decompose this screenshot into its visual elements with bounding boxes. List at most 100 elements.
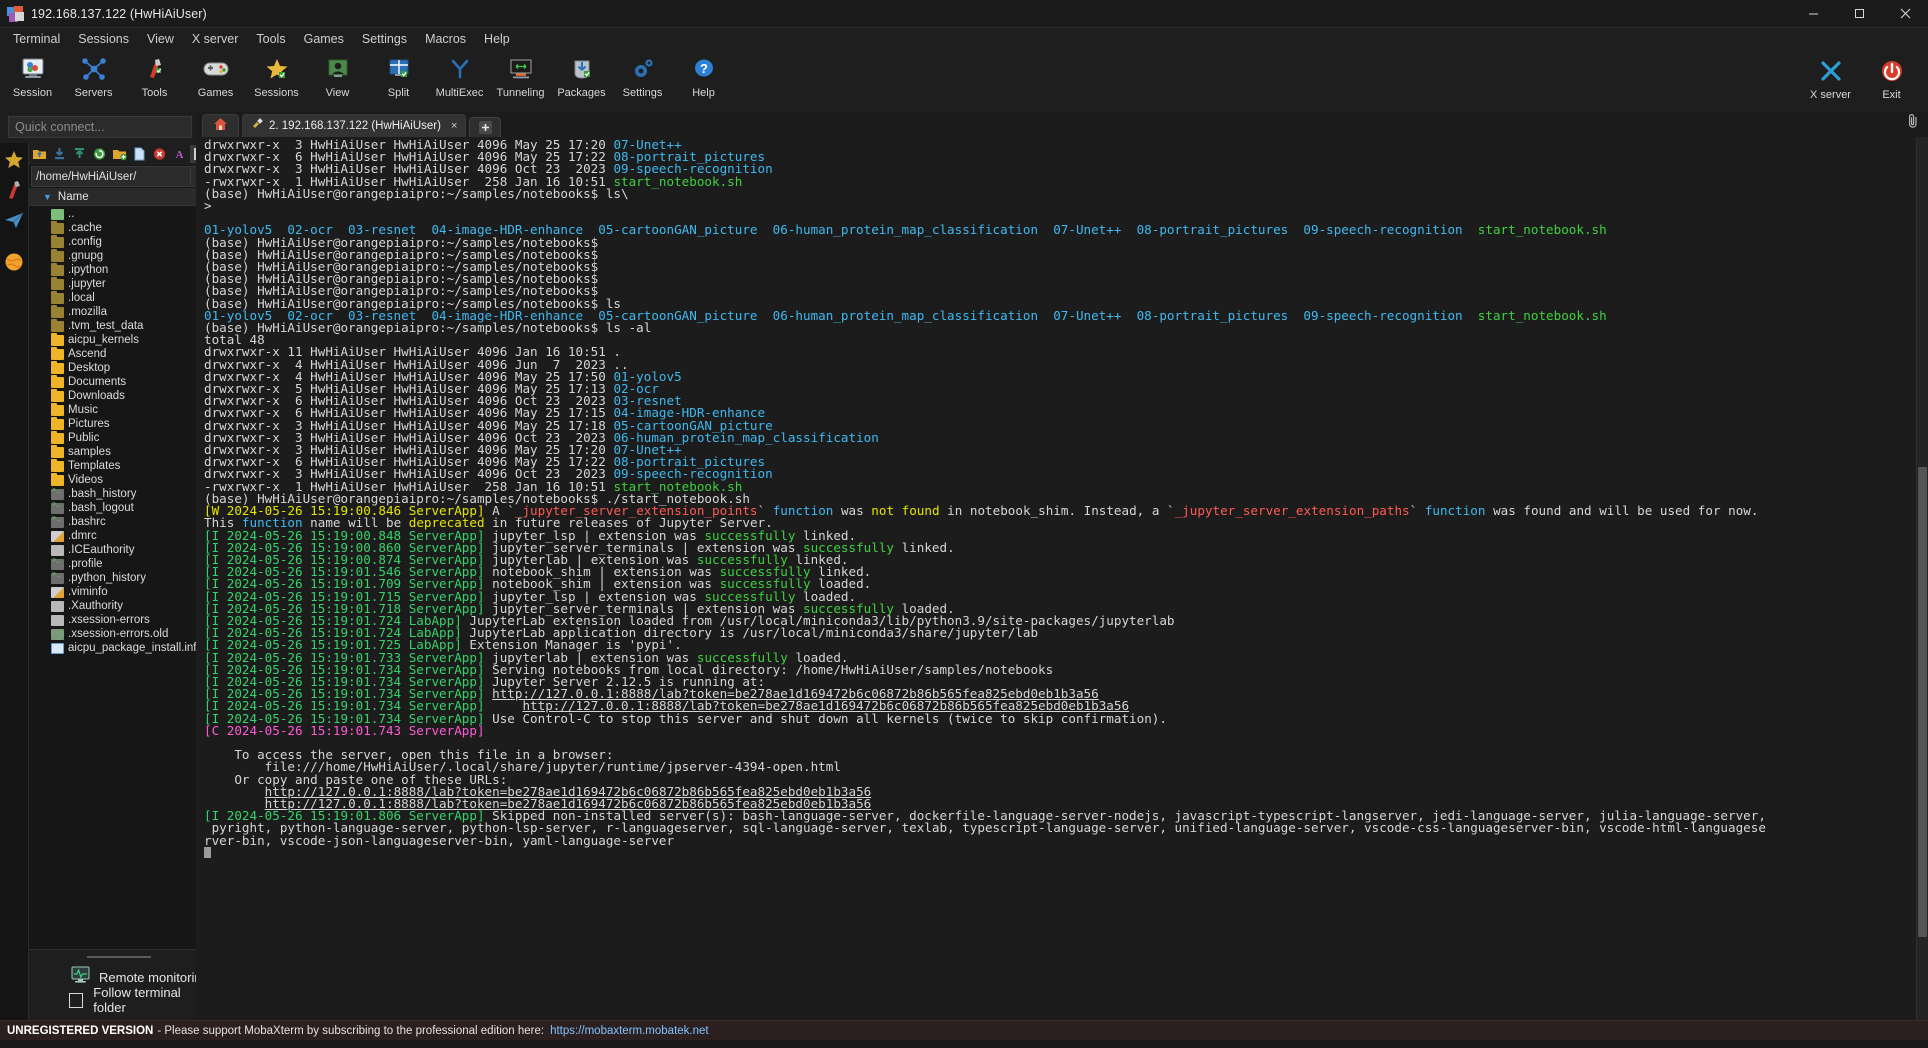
file-list-item[interactable]: aicpu_package_install.info xyxy=(29,641,210,655)
title-bar: 192.168.137.122 (HwHiAiUser) xyxy=(0,0,1928,28)
refresh-icon[interactable] xyxy=(90,145,109,163)
tab-session-label: 2. 192.168.137.122 (HwHiAiUser) xyxy=(269,120,441,132)
tab-close-icon[interactable]: × xyxy=(451,120,457,132)
file-list-item[interactable]: .. xyxy=(29,207,210,221)
text-edit-icon[interactable]: A xyxy=(170,145,189,163)
folder-icon xyxy=(51,388,64,402)
toolbar-split[interactable]: Split xyxy=(368,50,429,99)
tab-home[interactable] xyxy=(202,114,239,137)
packages-icon xyxy=(569,52,595,86)
file-list-item[interactable]: Pictures xyxy=(29,416,210,431)
terminal-screen[interactable]: drwxrwxr-x 3 HwHiAiUser HwHiAiUser 4096 … xyxy=(196,137,1928,1020)
file-list-item[interactable]: .jupyter xyxy=(29,276,210,291)
sftp-send-icon[interactable] xyxy=(0,205,28,235)
file-list-item[interactable]: Videos xyxy=(29,472,210,487)
new-folder-icon[interactable] xyxy=(110,145,129,163)
file-name: .gnupg xyxy=(68,250,104,262)
delete-icon[interactable] xyxy=(150,145,169,163)
app-icon xyxy=(7,5,25,22)
minimize-button[interactable] xyxy=(1790,0,1836,27)
menu-terminal[interactable]: Terminal xyxy=(4,30,69,48)
file-list-item[interactable]: Public xyxy=(29,430,210,445)
file-list-item[interactable]: .gnupg xyxy=(29,248,210,263)
menu-x-server[interactable]: X server xyxy=(183,30,248,48)
new-tab-button[interactable] xyxy=(469,117,502,137)
file-list-item[interactable]: .tvm_test_data xyxy=(29,318,210,333)
file-list-item[interactable]: .config xyxy=(29,234,210,249)
mobaxterm-link[interactable]: https://mobaxterm.mobatek.net xyxy=(550,1025,709,1037)
file-list-item[interactable]: aicpu_kernels xyxy=(29,332,210,347)
toolbar-tunneling[interactable]: Tunneling xyxy=(490,50,551,99)
toolbar-help[interactable]: ? Help xyxy=(673,50,734,99)
file-list-item[interactable]: .python_history xyxy=(29,571,210,585)
menu-games[interactable]: Games xyxy=(295,30,353,48)
toolbar-sessions[interactable]: Sessions xyxy=(246,50,307,99)
tab-session[interactable]: 2. 192.168.137.122 (HwHiAiUser) × xyxy=(242,114,467,137)
paperclip-icon[interactable] xyxy=(1906,113,1920,134)
file-list-item[interactable]: Ascend xyxy=(29,346,210,361)
file-list-item[interactable]: .bashrc xyxy=(29,515,210,529)
toolbar-session[interactable]: Session xyxy=(2,50,63,99)
divider xyxy=(87,956,151,958)
file-list-item[interactable]: .viminfo xyxy=(29,585,210,599)
toolbar-packages[interactable]: Packages xyxy=(551,50,612,99)
file-list-item[interactable]: .profile xyxy=(29,557,210,571)
menu-macros[interactable]: Macros xyxy=(416,30,475,48)
terminal-scrollbar[interactable] xyxy=(1916,137,1928,1020)
toolbar-servers[interactable]: Servers xyxy=(63,50,124,99)
quick-connect-input[interactable]: Quick connect... xyxy=(8,116,192,138)
file-column-header[interactable]: ▼ Name xyxy=(29,188,210,206)
toolbar-settings[interactable]: Settings xyxy=(612,50,673,99)
toolbar-multiexec[interactable]: MultiExec xyxy=(429,50,490,99)
maximize-button[interactable] xyxy=(1836,0,1882,27)
file-list-item[interactable]: Desktop xyxy=(29,360,210,375)
terminal-scroll-area[interactable]: drwxrwxr-x 3 HwHiAiUser HwHiAiUser 4096 … xyxy=(196,137,1916,1020)
follow-terminal-folder-row[interactable]: Follow terminal folder xyxy=(29,985,210,1015)
file-list-item[interactable]: .ICEauthority xyxy=(29,543,210,557)
toolbar-tools[interactable]: Tools xyxy=(124,50,185,99)
terminal-scrollbar-thumb[interactable] xyxy=(1918,467,1927,937)
file-list-item[interactable]: Music xyxy=(29,402,210,417)
file-list-item[interactable]: .xsession-errors.old xyxy=(29,627,210,641)
toolbar-exit[interactable]: Exit xyxy=(1861,52,1922,101)
menu-sessions[interactable]: Sessions xyxy=(69,30,138,48)
menu-view[interactable]: View xyxy=(138,30,183,48)
toolbar-x-server[interactable]: X server xyxy=(1800,52,1861,101)
doc-icon xyxy=(51,600,64,612)
star-bookmark-icon[interactable] xyxy=(0,145,28,175)
menu-settings[interactable]: Settings xyxy=(353,30,416,48)
file-list-item[interactable]: Documents xyxy=(29,374,210,389)
globe-icon[interactable] xyxy=(0,247,28,277)
file-list-item[interactable]: Templates xyxy=(29,458,210,473)
file-list-item[interactable]: .Xauthority xyxy=(29,599,210,613)
file-name: .bash_logout xyxy=(68,502,134,514)
upload-icon[interactable] xyxy=(70,145,89,163)
terminal-text-span: > xyxy=(204,198,212,214)
file-list-item[interactable]: .bash_logout xyxy=(29,501,210,515)
download-icon[interactable] xyxy=(50,145,69,163)
file-list-item[interactable]: .local xyxy=(29,290,210,305)
bottom-strip xyxy=(0,1040,1928,1048)
menu-help[interactable]: Help xyxy=(475,30,519,48)
follow-terminal-folder-checkbox[interactable] xyxy=(69,992,84,1008)
file-list-item[interactable]: samples xyxy=(29,444,210,459)
path-bar[interactable]: /home/HwHiAiUser/ ▼ xyxy=(31,166,208,187)
tools-knife-icon[interactable] xyxy=(0,175,28,205)
file-list-item[interactable]: .ipython xyxy=(29,262,210,277)
file-list-item[interactable]: .mozilla xyxy=(29,304,210,319)
go-up-icon[interactable] xyxy=(30,145,49,163)
terminal-text-span: Use Control-C to stop this server and sh… xyxy=(484,710,1167,726)
file-list-item[interactable]: Downloads xyxy=(29,388,210,403)
svg-text:A: A xyxy=(176,149,184,161)
file-list[interactable]: .. .cache .config .gnupg .ipython .jupyter .lo… xyxy=(29,206,210,949)
close-button[interactable] xyxy=(1882,0,1928,27)
new-file-icon[interactable] xyxy=(130,145,149,163)
file-list-item[interactable]: .xsession-errors xyxy=(29,613,210,627)
menu-tools[interactable]: Tools xyxy=(247,30,294,48)
toolbar-games[interactable]: Games xyxy=(185,50,246,99)
file-list-item[interactable]: .bash_history xyxy=(29,487,210,501)
file-list-item[interactable]: .dmrc xyxy=(29,529,210,543)
file-list-item[interactable]: .cache xyxy=(29,220,210,235)
toolbar-view[interactable]: View xyxy=(307,50,368,99)
terminal-text-span: start_notebook.sh xyxy=(1477,222,1607,238)
